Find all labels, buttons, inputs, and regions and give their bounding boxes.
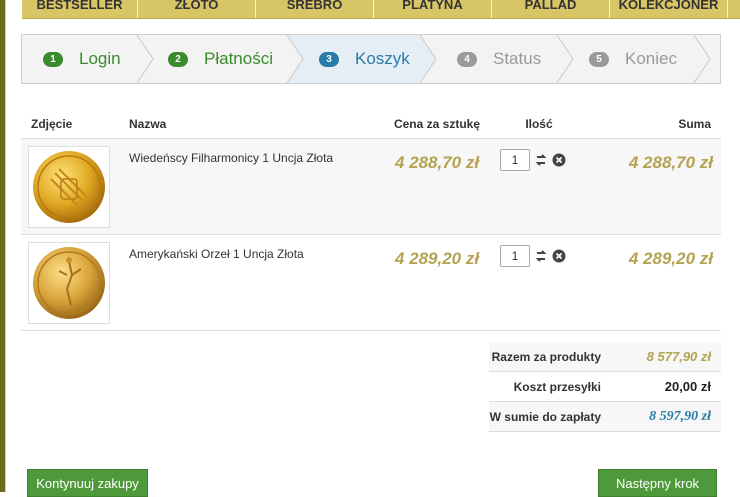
left-border-highlight [5,0,6,492]
step-login[interactable]: 1 Login [43,35,121,83]
nav-palladium[interactable]: PALLAD [492,0,610,18]
step-label: Koszyk [355,49,410,68]
step-number: 5 [589,51,609,67]
remove-icon[interactable] [552,249,566,263]
header-name: Nazwa [128,110,386,139]
summary-products-value: 8 577,90 zł [646,349,711,364]
nav-collector[interactable]: KOLEKCJONER [610,0,728,18]
step-number: 3 [319,51,339,67]
remove-icon[interactable] [552,153,566,167]
header-quantity: Ilość [488,110,590,139]
gold-coin-image [33,246,105,319]
cart-table: Zdjęcie Nazwa Cena za sztukę Ilość Suma [21,110,721,331]
step-label: Płatności [204,49,273,68]
step-label: Koniec [625,49,677,68]
product-image[interactable] [28,241,110,324]
summary-shipping-label: Koszt przesyłki [513,379,601,394]
top-navigation: BESTSELLER ZŁOTO SREBRO PLATYNA PALLAD K… [22,0,740,19]
table-row: Wiedeńscy Filharmonicy 1 Uncja Złota 4 2… [21,138,721,235]
product-name[interactable]: Wiedeńscy Filharmonicy 1 Uncja Złota [128,139,386,235]
refresh-icon[interactable] [535,153,547,167]
summary-products-row: Razem za produkty 8 577,90 zł [489,342,721,372]
step-status: 4 Status [457,35,541,83]
step-cart[interactable]: 3 Koszyk [319,35,410,83]
summary-total-label: W sumie do zapłaty [489,409,601,424]
continue-shopping-button[interactable]: Kontynuuj zakupy [27,469,148,497]
summary-products-label: Razem za produkty [491,349,601,364]
next-step-button[interactable]: Następny krok [598,469,717,497]
summary-shipping-row: Koszt przesyłki 20,00 zł [489,372,721,402]
product-name[interactable]: Amerykański Orzeł 1 Uncja Złota [128,235,386,331]
gold-coin-image [33,150,105,223]
header-sum: Suma [590,110,721,139]
summary-total-row: W sumie do zapłaty 8 597,90 zł [489,402,721,432]
nav-silver[interactable]: SREBRO [256,0,374,18]
quantity-input[interactable]: 1 [500,149,530,171]
unit-price: 4 289,20 zł [394,249,480,268]
nav-platinum[interactable]: PLATYNA [374,0,492,18]
checkout-steps: 1 Login 2 Płatności 3 Koszyk 4 Status 5 … [21,34,721,84]
table-row: Amerykański Orzeł 1 Uncja Złota 4 289,20… [21,234,721,331]
nav-bestseller[interactable]: BESTSELLER [22,0,138,18]
step-label: Status [493,49,542,68]
table-header-row: Zdjęcie Nazwa Cena za sztukę Ilość Suma [21,110,721,139]
summary-shipping-value: 20,00 zł [664,379,711,394]
header-unit-price: Cena za sztukę [386,110,488,139]
step-payments[interactable]: 2 Płatności [168,35,273,83]
nav-gold[interactable]: ZŁOTO [138,0,256,18]
refresh-icon[interactable] [535,249,547,263]
summary-total-value: 8 597,90 zł [649,408,711,424]
row-sum: 4 288,70 zł [628,153,713,172]
header-photo: Zdjęcie [21,110,128,139]
step-end: 5 Koniec [589,35,677,83]
quantity-input[interactable]: 1 [500,245,530,267]
product-image[interactable] [28,145,110,228]
row-sum: 4 289,20 zł [628,249,713,268]
order-summary: Razem za produkty 8 577,90 zł Koszt prze… [489,342,721,432]
unit-price: 4 288,70 zł [394,153,480,172]
step-label: Login [79,49,121,68]
step-number: 2 [168,51,188,67]
step-number: 4 [457,51,477,67]
step-number: 1 [43,51,63,67]
